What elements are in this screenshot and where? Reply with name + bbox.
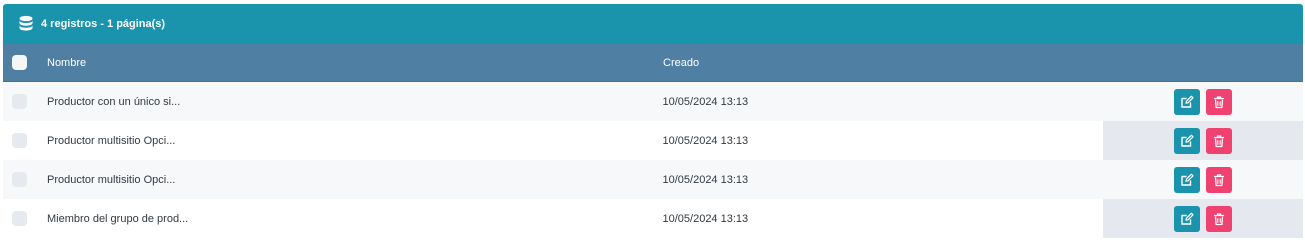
row-created: 10/05/2024 13:13 — [662, 134, 749, 147]
edit-button[interactable] — [1174, 127, 1201, 154]
records-summary: 4 registros - 1 página(s) — [41, 18, 166, 30]
row-created: 10/05/2024 13:13 — [662, 212, 749, 225]
row-name: Miembro del grupo de prod... — [46, 212, 189, 225]
row-name: Productor con un único si... — [46, 95, 181, 108]
trash-icon — [1213, 95, 1225, 108]
row-actions — [1103, 121, 1303, 160]
row-created: 10/05/2024 13:13 — [662, 95, 749, 108]
trash-icon — [1213, 212, 1225, 225]
column-header-created[interactable]: Creado — [663, 57, 1104, 69]
row-checkbox[interactable] — [12, 172, 27, 187]
table-row: Productor con un único si... 10/05/2024 … — [3, 82, 1303, 121]
row-actions — [1103, 199, 1303, 238]
edit-button[interactable] — [1174, 166, 1201, 193]
row-name: Productor multisitio Opci... — [46, 134, 176, 147]
row-checkbox[interactable] — [12, 133, 27, 148]
delete-button[interactable] — [1206, 88, 1233, 115]
row-checkbox[interactable] — [12, 211, 27, 226]
row-name: Productor multisitio Opci... — [46, 173, 176, 186]
panel-header: 4 registros - 1 página(s) — [3, 4, 1303, 44]
delete-button[interactable] — [1206, 166, 1233, 193]
delete-button[interactable] — [1206, 127, 1233, 154]
row-created: 10/05/2024 13:13 — [662, 173, 749, 186]
trash-icon — [1213, 134, 1225, 147]
edit-icon — [1181, 95, 1194, 108]
trash-icon — [1213, 173, 1225, 186]
column-header-name[interactable]: Nombre — [47, 57, 663, 69]
delete-button[interactable] — [1206, 205, 1233, 232]
table-header-row: Nombre Creado — [3, 44, 1303, 82]
records-panel: 4 registros - 1 página(s) Nombre Creado … — [3, 4, 1303, 238]
table-row: Productor multisitio Opci... 10/05/2024 … — [3, 121, 1303, 160]
row-checkbox[interactable] — [12, 94, 27, 109]
edit-icon — [1181, 173, 1194, 186]
edit-button[interactable] — [1174, 88, 1201, 115]
table-row: Miembro del grupo de prod... 10/05/2024 … — [3, 199, 1303, 238]
edit-icon — [1181, 212, 1194, 225]
select-all-checkbox[interactable] — [12, 55, 27, 70]
row-actions — [1103, 82, 1303, 121]
table-row: Productor multisitio Opci... 10/05/2024 … — [3, 160, 1303, 199]
edit-button[interactable] — [1174, 205, 1201, 232]
edit-icon — [1181, 134, 1194, 147]
database-icon — [18, 15, 34, 33]
row-actions — [1103, 160, 1303, 199]
